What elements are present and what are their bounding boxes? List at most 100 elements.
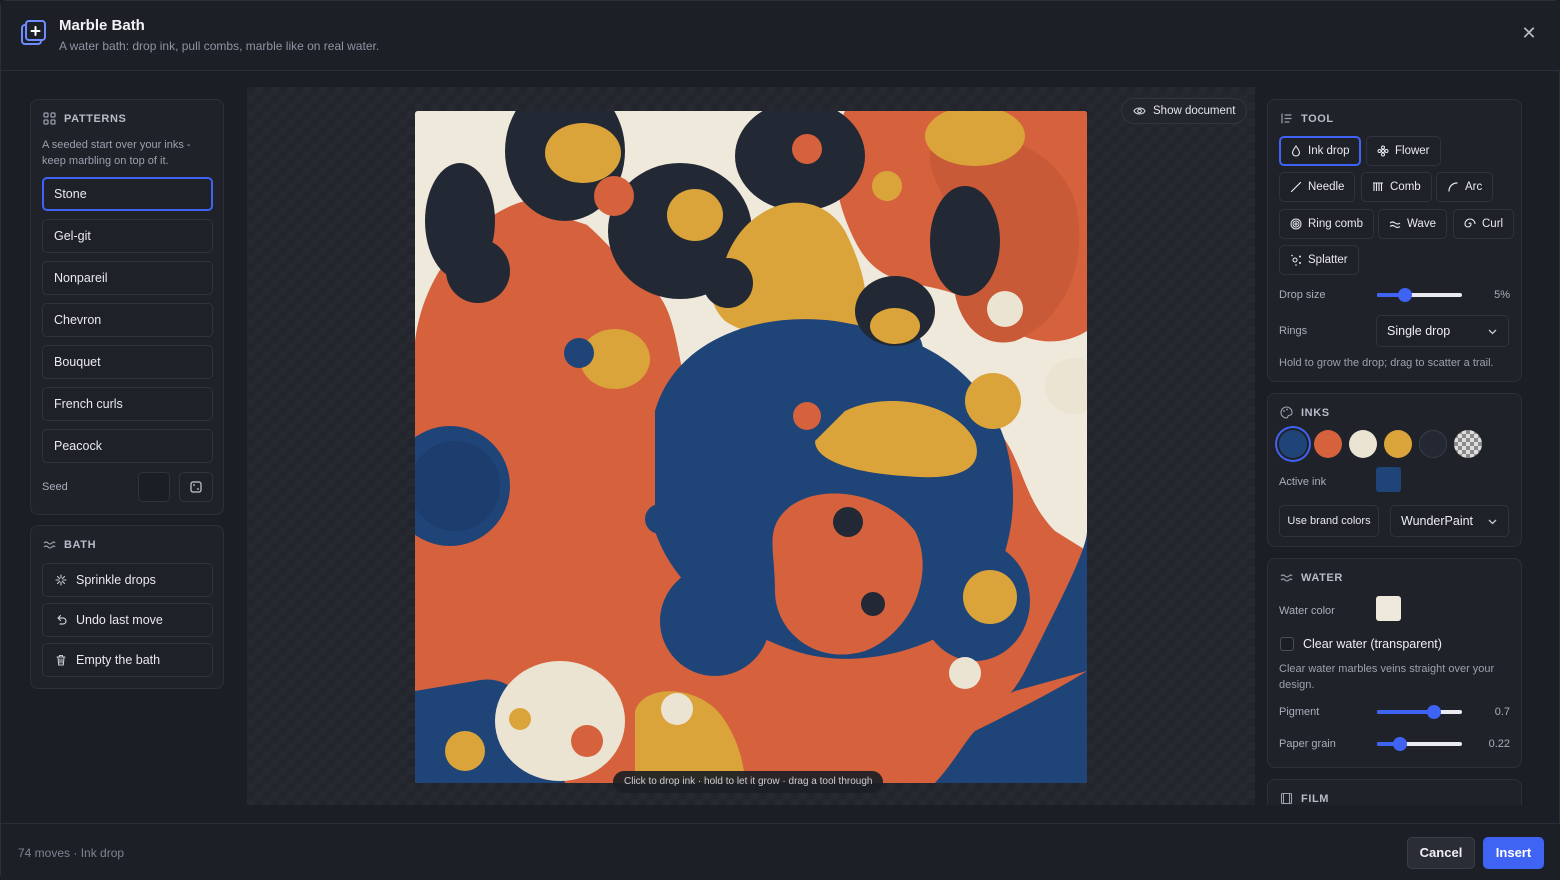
drop-size-value: 5% <box>1494 289 1510 301</box>
insert-button[interactable]: Insert <box>1483 837 1544 869</box>
tool-ink-drop[interactable]: Ink drop <box>1279 136 1361 166</box>
rings-select[interactable]: Single drop <box>1376 315 1509 347</box>
undo-last-move-label: Undo last move <box>76 613 163 627</box>
trash-icon <box>56 654 66 666</box>
ink-blob <box>793 402 821 430</box>
ink-blob <box>509 708 531 730</box>
pattern-stone[interactable]: Stone <box>42 177 213 211</box>
waves-icon <box>1280 574 1293 582</box>
dice-icon <box>190 481 202 493</box>
pattern-peacock[interactable]: Peacock <box>42 429 213 463</box>
pattern-bouquet[interactable]: Bouquet <box>42 345 213 379</box>
patterns-panel: PATTERNS A seeded start over your inks -… <box>30 99 224 515</box>
show-document-button[interactable]: Show document <box>1121 98 1248 124</box>
tool-comb[interactable]: Comb <box>1361 172 1432 202</box>
empty-the-bath-button[interactable]: Empty the bath <box>42 643 213 677</box>
use-brand-colors-label: Use brand colors <box>1287 515 1371 527</box>
undo-last-move-button[interactable]: Undo last move <box>42 603 213 637</box>
ink-swatch-transparent[interactable] <box>1454 430 1482 458</box>
pigment-slider[interactable] <box>1377 705 1462 719</box>
ink-blob <box>445 731 485 771</box>
water-color-swatch[interactable] <box>1376 596 1401 621</box>
tool-flower-label: Flower <box>1395 145 1430 157</box>
tool-flower[interactable]: Flower <box>1366 136 1441 166</box>
slider-thumb[interactable] <box>1427 705 1441 719</box>
paper-grain-slider[interactable] <box>1377 737 1462 751</box>
sprinkle-drops-button[interactable]: Sprinkle drops <box>42 563 213 597</box>
tool-needle-label: Needle <box>1308 181 1345 193</box>
slider-fill <box>1377 710 1434 714</box>
rings-select-value: Single drop <box>1387 324 1451 338</box>
dialog-footer: 74 moves · Ink drop Cancel Insert <box>1 823 1560 880</box>
ink-swatch-navy[interactable] <box>1419 430 1447 458</box>
ink-blob <box>792 134 822 164</box>
ink-swatch-blue[interactable] <box>1279 430 1307 458</box>
waves-icon <box>43 541 56 549</box>
tool-splatter[interactable]: Splatter <box>1279 245 1359 275</box>
drop-icon <box>1291 145 1301 157</box>
tool-needle[interactable]: Needle <box>1279 172 1356 202</box>
canvas-stage: Show document Click to drop ink · hold t… <box>247 87 1255 805</box>
ink-blob <box>661 693 693 725</box>
seed-input[interactable] <box>138 472 170 502</box>
ink-blob <box>667 189 723 241</box>
pattern-nonpareil[interactable]: Nonpareil <box>42 261 213 295</box>
randomize-seed-button[interactable] <box>179 472 213 502</box>
ink-blob <box>833 507 863 537</box>
film-panel-clip: FILM <box>1267 779 1522 805</box>
pattern-french-curls[interactable]: French curls <box>42 387 213 421</box>
clear-water-label[interactable]: Clear water (transparent) <box>1303 637 1442 651</box>
slider-thumb[interactable] <box>1398 288 1412 302</box>
inks-panel: INKS Active ink Use brand colors WunderP… <box>1267 393 1522 547</box>
ink-blob <box>965 373 1021 429</box>
tool-list-icon <box>1281 113 1292 124</box>
tool-wave-label: Wave <box>1407 218 1436 230</box>
rings-label: Rings <box>1279 325 1308 337</box>
tool-wave[interactable]: Wave <box>1378 209 1447 239</box>
comb-icon <box>1373 182 1383 191</box>
active-ink-color[interactable] <box>1376 467 1401 492</box>
tool-arc[interactable]: Arc <box>1436 172 1494 202</box>
tool-splatter-label: Splatter <box>1308 254 1348 266</box>
tool-arc-label: Arc <box>1465 181 1483 193</box>
water-hint: Clear water marbles veins straight over … <box>1279 663 1495 691</box>
cancel-button[interactable]: Cancel <box>1407 837 1475 869</box>
grid-icon <box>43 112 56 125</box>
close-icon[interactable]: ✕ <box>1519 23 1539 43</box>
slider-thumb[interactable] <box>1393 737 1407 751</box>
brand-select-value: WunderPaint <box>1401 514 1474 528</box>
marble-canvas[interactable] <box>415 111 1087 783</box>
dialog-subtitle: A water bath: drop ink, pull combs, marb… <box>59 39 380 53</box>
dialog-header: Marble Bath A water bath: drop ink, pull… <box>1 1 1560 71</box>
pattern-chevron[interactable]: Chevron <box>42 303 213 337</box>
ink-blob <box>660 566 770 676</box>
use-brand-colors-button[interactable]: Use brand colors <box>1279 505 1379 537</box>
tool-curl[interactable]: Curl <box>1453 209 1515 239</box>
ink-blob <box>446 239 510 303</box>
ink-swatch-orange[interactable] <box>1314 430 1342 458</box>
ink-swatch-gold[interactable] <box>1384 430 1412 458</box>
sparkle-icon <box>55 574 67 586</box>
tool-header: TOOL <box>1280 112 1334 125</box>
ink-blob <box>870 308 920 344</box>
pattern-gel-git[interactable]: Gel-git <box>42 219 213 253</box>
splatter-icon <box>1291 254 1301 266</box>
show-document-label: Show document <box>1153 105 1236 117</box>
ink-blob <box>987 291 1023 327</box>
ink-swatch-cream[interactable] <box>1349 430 1377 458</box>
paper-grain-value: 0.22 <box>1488 738 1510 750</box>
paper-grain-label: Paper grain <box>1279 738 1336 750</box>
drop-size-slider[interactable] <box>1377 288 1462 302</box>
arc-icon <box>1448 182 1458 192</box>
ring-comb-icon <box>1290 218 1302 230</box>
ink-blob <box>703 258 753 308</box>
tool-ring-comb[interactable]: Ring comb <box>1279 209 1374 239</box>
drop-size-label: Drop size <box>1279 289 1326 301</box>
clear-water-checkbox[interactable] <box>1280 637 1294 651</box>
brand-select[interactable]: WunderPaint <box>1390 505 1509 537</box>
film-icon <box>1280 792 1293 805</box>
ink-blob <box>571 725 603 757</box>
palette-icon <box>1280 406 1293 419</box>
ink-blob <box>930 186 1000 296</box>
undo-icon <box>57 614 67 625</box>
